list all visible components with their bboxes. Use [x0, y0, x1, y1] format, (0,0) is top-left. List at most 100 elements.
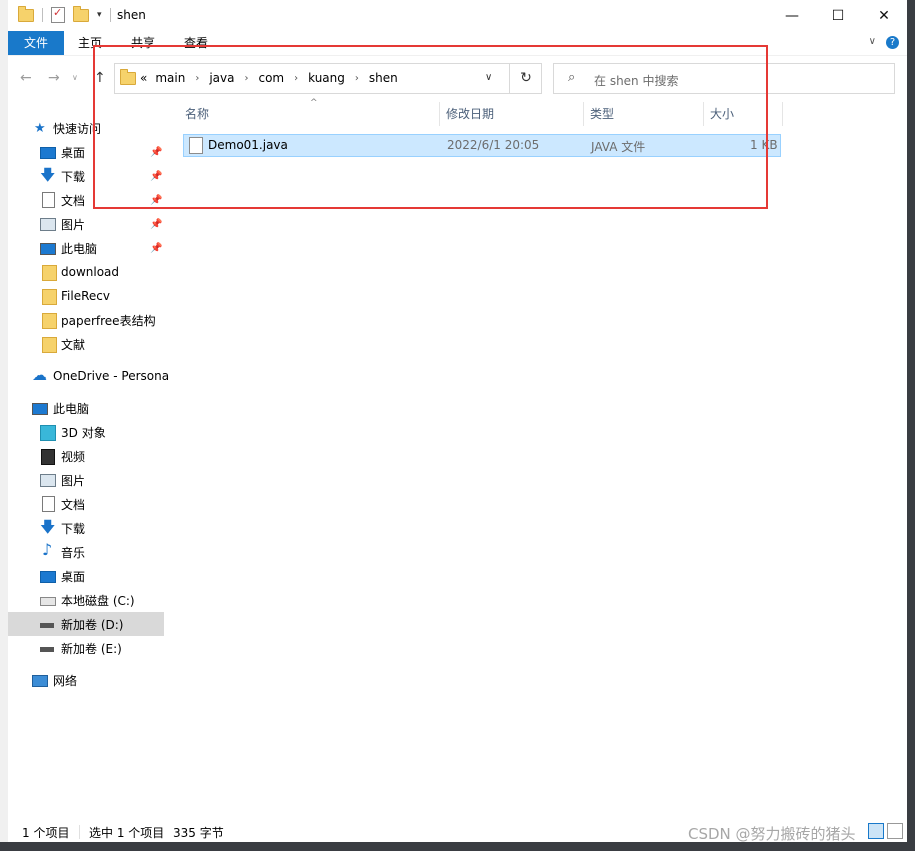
pictures-icon — [40, 218, 56, 231]
sidebar-item-this-pc-pinned[interactable]: 此电脑 📌 — [8, 236, 164, 260]
sidebar-item-desktop-pc[interactable]: 桌面 — [8, 564, 164, 588]
sidebar-item-label: 此电脑 — [53, 401, 90, 416]
sidebar-item-label: 下载 — [61, 169, 86, 184]
window-controls: — ☐ ✕ — [769, 0, 907, 31]
toolbar-separator — [109, 8, 111, 22]
screen-edge-left — [0, 0, 8, 851]
sidebar-item-label: 新加卷 (D:) — [61, 617, 124, 632]
drive-icon — [40, 647, 54, 652]
annotation-highlight-box — [93, 45, 768, 209]
help-icon[interactable]: ? — [886, 36, 899, 49]
ribbon-right-controls: ∨ ? — [869, 36, 899, 49]
sidebar-item-label: 此电脑 — [61, 241, 98, 256]
sidebar-item-videos[interactable]: 视频 — [8, 444, 164, 468]
sidebar-item-label: 文献 — [61, 337, 86, 352]
sidebar-item-pictures[interactable]: 图片 📌 — [8, 212, 164, 236]
pin-icon[interactable]: 📌 — [150, 219, 162, 230]
sidebar-item-music[interactable]: 音乐 — [8, 540, 164, 564]
details-view-icon[interactable] — [868, 823, 884, 839]
sidebar-item-label: 文档 — [61, 193, 86, 208]
sidebar-item-label: FileRecv — [61, 289, 110, 303]
sidebar-item-literature[interactable]: 文献 — [8, 332, 164, 356]
sidebar-item-label: 视频 — [61, 449, 86, 464]
tab-file[interactable]: 文件 — [8, 31, 64, 55]
pin-icon[interactable]: 📌 — [150, 243, 162, 254]
local-disk-icon — [40, 597, 56, 606]
desktop-icon — [40, 147, 56, 159]
maximize-button[interactable]: ☐ — [815, 0, 861, 31]
view-toggle — [868, 823, 903, 839]
sidebar-item-drive-c[interactable]: 本地磁盘 (C:) — [8, 588, 164, 612]
new-folder-icon[interactable] — [73, 5, 89, 22]
folder-icon — [18, 5, 34, 22]
sidebar-item-pictures-pc[interactable]: 图片 — [8, 468, 164, 492]
sidebar-item-onedrive[interactable]: OneDrive - Persona — [8, 364, 169, 388]
sidebar-item-label: 本地磁盘 (C:) — [61, 593, 135, 608]
sidebar-item-drive-e[interactable]: 新加卷 (E:) — [8, 636, 164, 660]
sidebar-item-label: paperfree表结构 — [61, 313, 156, 328]
close-button[interactable]: ✕ — [861, 0, 907, 31]
status-divider — [79, 825, 80, 839]
sidebar-item-label: 下载 — [61, 521, 86, 536]
sidebar-item-label: 文档 — [61, 497, 86, 512]
sidebar-item-drive-d[interactable]: 新加卷 (D:) — [8, 612, 164, 636]
star-icon — [34, 121, 50, 135]
window-title: shen — [117, 8, 146, 22]
pictures-icon — [40, 474, 56, 487]
computer-icon — [40, 243, 56, 255]
file-explorer-window: ▾ shen — ☐ ✕ 文件 主页 共享 查看 ∨ ? ← → ∨ ↑ « m… — [8, 0, 907, 843]
sidebar-item-label: OneDrive - Persona — [53, 369, 170, 383]
toolbar-separator — [42, 8, 43, 22]
desktop-icon — [40, 571, 56, 583]
sidebar-item-documents-pc[interactable]: 文档 — [8, 492, 164, 516]
screen-edge-right — [907, 0, 915, 851]
minimize-button[interactable]: — — [769, 0, 815, 31]
sidebar-item-download[interactable]: download — [8, 260, 164, 284]
sidebar-item-label: 图片 — [61, 217, 86, 232]
quick-access-toolbar: ▾ — [18, 5, 111, 23]
download-icon — [40, 168, 56, 182]
title-bar: ▾ shen — ☐ ✕ — [8, 0, 907, 31]
sidebar-item-label: 网络 — [53, 673, 78, 688]
folder-icon — [42, 313, 57, 329]
forward-arrow-icon[interactable]: → — [48, 70, 60, 86]
folder-icon — [42, 337, 57, 353]
sidebar-item-network[interactable]: 网络 — [8, 668, 164, 692]
selected-size: 335 字节 — [173, 826, 224, 840]
sidebar-item-paperfree[interactable]: paperfree表结构 — [8, 308, 164, 332]
folder-icon — [42, 289, 57, 305]
back-arrow-icon[interactable]: ← — [20, 70, 32, 86]
sidebar-item-label: 桌面 — [61, 145, 86, 160]
sidebar-item-label: 桌面 — [61, 569, 86, 584]
sidebar-item-this-pc[interactable]: 此电脑 — [8, 396, 164, 420]
music-icon — [42, 543, 58, 557]
sidebar-item-label: 新加卷 (E:) — [61, 641, 122, 656]
navigation-pane: 快速访问 桌面 📌 下载 📌 文档 📌 图片 📌 此电脑 📌 — [8, 108, 169, 808]
sidebar-item-3d-objects[interactable]: 3D 对象 — [8, 420, 164, 444]
recent-locations-icon[interactable]: ∨ — [72, 73, 78, 82]
cloud-icon — [32, 368, 48, 382]
network-icon — [32, 675, 48, 687]
document-icon — [42, 192, 55, 208]
sidebar-item-downloads-pc[interactable]: 下载 — [8, 516, 164, 540]
download-icon — [40, 520, 56, 534]
properties-icon[interactable] — [51, 6, 65, 23]
sidebar-item-label: 音乐 — [61, 545, 86, 560]
column-divider[interactable] — [782, 102, 783, 126]
watermark: CSDN @努力搬砖的猪头 — [688, 825, 856, 843]
video-icon — [41, 449, 55, 465]
expand-ribbon-icon[interactable]: ∨ — [869, 36, 876, 49]
computer-icon — [32, 403, 48, 415]
3d-objects-icon — [40, 425, 56, 441]
item-count: 1 个项目 — [22, 826, 70, 840]
sidebar-item-label: download — [61, 265, 120, 279]
large-icons-view-icon[interactable] — [887, 823, 903, 839]
folder-icon — [42, 265, 57, 281]
sidebar-item-label: 3D 对象 — [61, 425, 106, 440]
sidebar-item-filerecv[interactable]: FileRecv — [8, 284, 164, 308]
document-icon — [42, 496, 55, 512]
drive-icon — [40, 623, 54, 628]
sidebar-item-label: 图片 — [61, 473, 86, 488]
selected-count: 选中 1 个项目 — [89, 826, 165, 840]
customize-toolbar-icon[interactable]: ▾ — [97, 10, 102, 20]
